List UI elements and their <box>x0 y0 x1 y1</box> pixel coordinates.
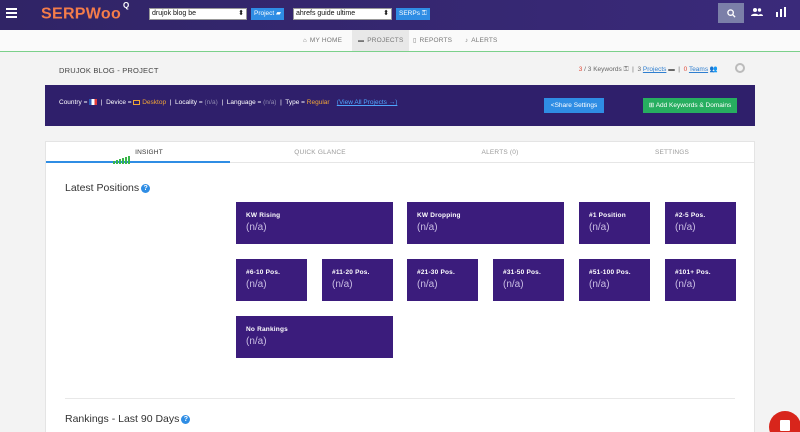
flag-france-icon <box>89 99 98 105</box>
bell-icon: ♪ <box>465 38 469 44</box>
secondary-nav: ⌂ MY HOME ▬ PROJECTS ▯ REPORTS ♪ ALERTS <box>0 30 800 52</box>
nav-alerts[interactable]: ♪ ALERTS <box>465 30 498 51</box>
insight-panel: INSIGHT QUICK GLANCE ALERTS (0) SETTINGS… <box>45 141 755 432</box>
top-bar: SERPWoo Q drujok blog be ⬍ Project ▰ ahref… <box>0 0 800 30</box>
menu-icon[interactable] <box>6 8 17 18</box>
tab-settings[interactable]: SETTINGS <box>590 142 754 163</box>
filter-summary: Country = | Device = Desktop | Locality … <box>59 99 398 106</box>
key-icon: ⚿ <box>623 66 629 73</box>
gear-icon[interactable] <box>735 63 745 73</box>
tab-insight[interactable]: INSIGHT <box>46 142 230 164</box>
project-select[interactable]: drujok blog be ⬍ <box>149 8 247 20</box>
latest-positions-title: Latest Positions? <box>65 182 151 194</box>
card-position-21-30[interactable]: #21-30 Pos. (n/a) <box>407 259 478 301</box>
project-meta: 3 / 3 Keywords ⚿ | 3 Projects ▬ | 0 Team… <box>578 66 718 73</box>
home-icon: ⌂ <box>303 38 307 44</box>
stats-icon[interactable] <box>774 7 788 19</box>
card-position-1[interactable]: #1 Position (n/a) <box>579 202 650 244</box>
desktop-icon <box>133 100 141 105</box>
share-settings-button[interactable]: <Share Settings <box>544 98 604 113</box>
card-kw-rising[interactable]: KW Rising (n/a) <box>236 202 393 244</box>
nav-reports[interactable]: ▯ REPORTS <box>413 30 452 51</box>
nav-my-home[interactable]: ⌂ MY HOME <box>303 30 342 51</box>
filter-bar: Country = | Device = Desktop | Locality … <box>45 85 755 126</box>
card-position-6-10[interactable]: #6-10 Pos. (n/a) <box>236 259 307 301</box>
rankings-title: Rankings - Last 90 Days? <box>65 413 191 425</box>
page-title: DRUJOK BLOG - PROJECT <box>59 66 159 75</box>
card-position-31-50[interactable]: #31-50 Pos. (n/a) <box>493 259 564 301</box>
plus-icon: ⊞ <box>648 102 655 109</box>
projects-link[interactable]: Projects <box>643 66 666 73</box>
users-icon: 👥 <box>709 66 718 73</box>
logo[interactable]: SERPWoo Q <box>41 1 130 23</box>
folder-icon: ▰ <box>276 10 282 17</box>
card-position-101-plus[interactable]: #101+ Pos. (n/a) <box>665 259 736 301</box>
keyword-select[interactable]: ahrefs guide ultime ⬍ <box>293 8 392 20</box>
nav-projects[interactable]: ▬ PROJECTS <box>352 30 410 51</box>
bar-chart-icon <box>113 143 131 164</box>
serps-button[interactable]: SERPs ⚿ <box>396 8 430 20</box>
tab-alerts[interactable]: ALERTS (0) <box>410 142 590 163</box>
add-keywords-button[interactable]: ⊞ Add Keywords & Domains <box>643 98 737 113</box>
help-icon[interactable]: ? <box>181 415 191 424</box>
help-icon[interactable]: ? <box>141 184 151 193</box>
project-button[interactable]: Project ▰ <box>251 8 285 20</box>
folder-icon: ▬ <box>358 38 365 44</box>
chat-widget-button[interactable] <box>769 411 800 432</box>
view-all-projects-link[interactable]: (View All Projects →) <box>337 99 398 106</box>
card-position-51-100[interactable]: #51-100 Pos. (n/a) <box>579 259 650 301</box>
card-position-2-5[interactable]: #2-5 Pos. (n/a) <box>665 202 736 244</box>
document-icon <box>780 420 790 431</box>
search-button[interactable] <box>718 3 744 23</box>
tab-bar: INSIGHT QUICK GLANCE ALERTS (0) SETTINGS <box>46 142 754 164</box>
card-kw-dropping[interactable]: KW Dropping (n/a) <box>407 202 564 244</box>
card-position-11-20[interactable]: #11-20 Pos. (n/a) <box>322 259 393 301</box>
document-icon: ▯ <box>413 38 417 44</box>
card-no-rankings[interactable]: No Rankings (n/a) <box>236 316 393 358</box>
key-icon: ⚿ <box>421 10 427 17</box>
teams-link[interactable]: Teams <box>689 66 708 73</box>
users-icon[interactable] <box>750 7 764 19</box>
tab-quick-glance[interactable]: QUICK GLANCE <box>230 142 410 163</box>
section-divider <box>65 398 735 399</box>
folder-icon: ▬ <box>668 66 675 73</box>
search-icon <box>726 8 736 18</box>
